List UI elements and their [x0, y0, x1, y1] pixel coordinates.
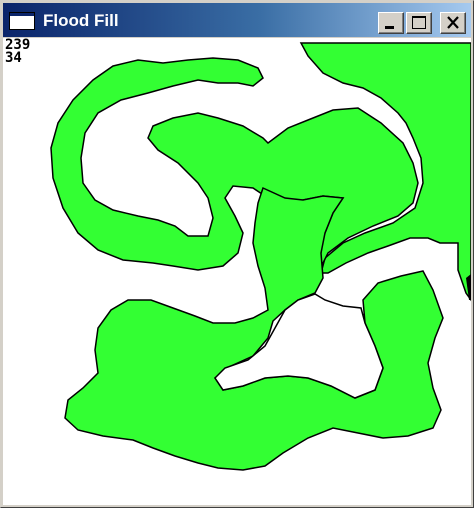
close-button[interactable] [440, 12, 466, 34]
window-title: Flood Fill [43, 11, 119, 30]
maximize-button[interactable] [406, 12, 432, 34]
flood-fill-window: Flood Fill 239 34 [0, 0, 474, 508]
title-bar[interactable]: Flood Fill [3, 3, 471, 37]
drawing-canvas[interactable]: 239 34 [3, 38, 471, 505]
flood-fill-canvas[interactable] [3, 38, 471, 505]
cursor-coordinates: 239 34 [5, 38, 30, 66]
minimize-icon [385, 26, 394, 29]
minimize-button[interactable] [378, 12, 404, 34]
close-icon [447, 16, 459, 29]
maximize-icon [412, 16, 426, 29]
window-icon[interactable] [9, 12, 35, 30]
coord-y: 34 [5, 50, 22, 66]
